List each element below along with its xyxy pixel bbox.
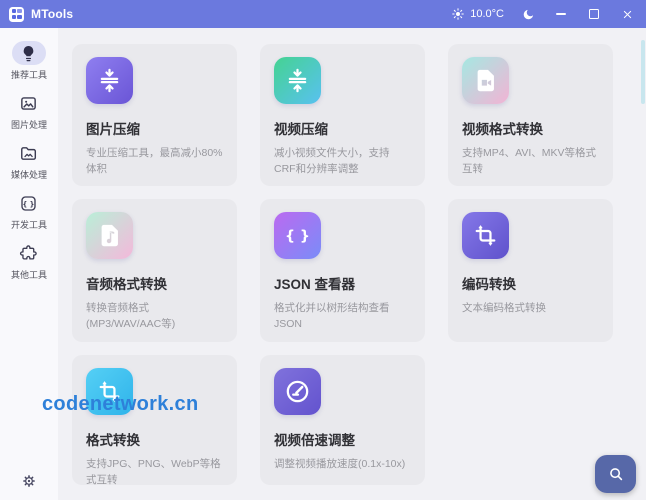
sidebar-item-label: 推荐工具 <box>11 68 47 81</box>
card-title: 图片压缩 <box>86 118 223 138</box>
app-title: MTools <box>31 7 73 21</box>
picture-icon <box>12 91 46 115</box>
maximize-icon <box>589 9 600 20</box>
search-icon <box>607 465 625 483</box>
temperature-label: 10.0°C <box>470 8 504 20</box>
card-description: 专业压缩工具，最高减小80%体积 <box>86 145 223 178</box>
sidebar-item-label: 媒体处理 <box>11 168 47 181</box>
card-description: 支持MP4、AVI、MKV等格式互转 <box>462 145 599 178</box>
search-button[interactable] <box>595 455 636 493</box>
tool-card-2[interactable]: 视频格式转换 支持MP4、AVI、MKV等格式互转 <box>448 44 613 186</box>
card-description: 文本编码格式转换 <box>462 300 599 316</box>
tool-card-1[interactable]: 视频压缩 减小视频文件大小，支持CRF和分辨率调整 <box>260 44 425 186</box>
crop-icon <box>462 212 509 259</box>
sidebar-nav: 推荐工具 图片处理 媒体处理 开发工具 其他工具 <box>11 41 47 291</box>
sidebar-item-4[interactable]: 其他工具 <box>11 241 47 281</box>
file-video-icon <box>462 57 509 104</box>
card-description: 转换音频格式(MP3/WAV/AAC等) <box>86 300 223 333</box>
gauge-icon <box>274 368 321 415</box>
moon-icon <box>522 8 535 21</box>
close-button[interactable] <box>618 4 636 24</box>
tool-card-4[interactable]: JSON 查看器 格式化并以树形结构查看 JSON <box>260 199 425 342</box>
card-title: JSON 查看器 <box>274 273 411 293</box>
minimize-button[interactable] <box>552 4 570 24</box>
watermark: codenetwork.cn <box>42 393 198 416</box>
sidebar-item-2[interactable]: 媒体处理 <box>11 141 47 181</box>
card-description: 格式化并以树形结构查看 JSON <box>274 300 411 333</box>
card-title: 视频压缩 <box>274 118 411 138</box>
sidebar-item-3[interactable]: 开发工具 <box>11 191 47 231</box>
app-logo <box>9 7 24 22</box>
weather-widget[interactable]: 10.0°C <box>451 7 504 21</box>
sidebar-item-0[interactable]: 推荐工具 <box>11 41 47 81</box>
card-title: 编码转换 <box>462 273 599 293</box>
tool-card-0[interactable]: 图片压缩 专业压缩工具，最高减小80%体积 <box>72 44 237 186</box>
card-title: 视频倍速调整 <box>274 429 411 449</box>
tool-card-3[interactable]: 音频格式转换 转换音频格式(MP3/WAV/AAC等) <box>72 199 237 342</box>
tool-card-6[interactable]: 格式转换 支持JPG、PNG、WebP等格式互转 <box>72 355 237 485</box>
sun-icon <box>451 7 465 21</box>
settings-button[interactable] <box>21 473 37 489</box>
card-description: 支持JPG、PNG、WebP等格式互转 <box>86 456 223 489</box>
sidebar-item-label: 图片处理 <box>11 118 47 131</box>
card-title: 格式转换 <box>86 429 223 449</box>
compress-icon <box>86 57 133 104</box>
puzzle-icon <box>12 241 46 265</box>
compress-icon <box>274 57 321 104</box>
code-square-icon <box>12 191 46 215</box>
titlebar-controls: 10.0°C <box>451 4 636 24</box>
scrollbar-thumb[interactable] <box>641 40 645 104</box>
main-content: 图片压缩 专业压缩工具，最高减小80%体积 视频压缩 减小视频文件大小，支持CR… <box>58 28 646 500</box>
close-icon <box>621 8 634 21</box>
minimize-icon <box>556 13 566 15</box>
maximize-button[interactable] <box>585 4 603 24</box>
braces-icon <box>274 212 321 259</box>
card-description: 调整视频播放速度(0.1x-10x) <box>274 456 411 472</box>
sidebar: 推荐工具 图片处理 媒体处理 开发工具 其他工具 <box>0 28 58 500</box>
media-folder-icon <box>12 141 46 165</box>
tools-grid: 图片压缩 专业压缩工具，最高减小80%体积 视频压缩 减小视频文件大小，支持CR… <box>58 28 646 485</box>
theme-toggle-button[interactable] <box>519 4 537 24</box>
titlebar: MTools 10.0°C <box>0 0 646 28</box>
file-music-icon <box>86 212 133 259</box>
gear-icon <box>21 473 37 489</box>
sidebar-item-1[interactable]: 图片处理 <box>11 91 47 131</box>
card-description: 减小视频文件大小，支持CRF和分辨率调整 <box>274 145 411 178</box>
sidebar-item-label: 其他工具 <box>11 268 47 281</box>
tool-card-7[interactable]: 视频倍速调整 调整视频播放速度(0.1x-10x) <box>260 355 425 485</box>
sidebar-item-label: 开发工具 <box>11 218 47 231</box>
tool-card-5[interactable]: 编码转换 文本编码格式转换 <box>448 199 613 342</box>
lightbulb-icon <box>12 41 46 65</box>
card-title: 音频格式转换 <box>86 273 223 293</box>
card-title: 视频格式转换 <box>462 118 599 138</box>
